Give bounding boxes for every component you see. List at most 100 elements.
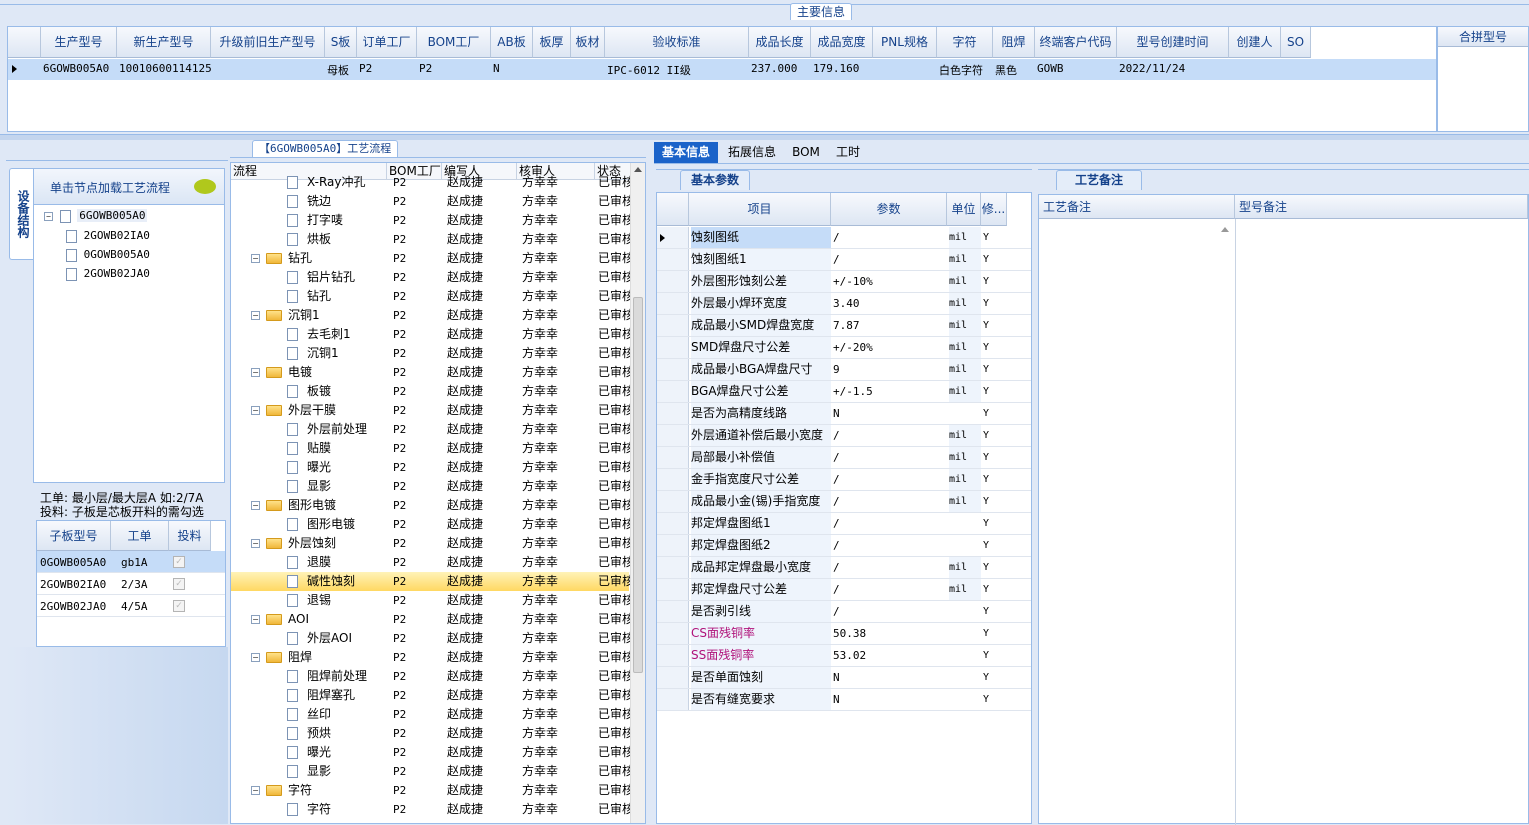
param-value[interactable]: +/-10% bbox=[833, 271, 947, 292]
param-value[interactable]: 50.38 bbox=[833, 623, 947, 644]
param-value[interactable]: 9 bbox=[833, 359, 947, 380]
column-header[interactable]: 修... bbox=[981, 193, 1007, 226]
flow-step-row[interactable]: 退膜 P2 赵成捷 方幸幸 已审核 bbox=[231, 553, 630, 572]
param-row[interactable]: SS面残铜率 53.02 Y bbox=[657, 645, 1031, 667]
flow-step-row[interactable]: 退锡 P2 赵成捷 方幸幸 已审核 bbox=[231, 591, 630, 610]
param-row[interactable]: CS面残铜率 50.38 Y bbox=[657, 623, 1031, 645]
collapse-icon[interactable]: − bbox=[44, 211, 53, 221]
column-header[interactable]: 字符 bbox=[937, 27, 993, 58]
flow-step-row[interactable]: 显影 P2 赵成捷 方幸幸 已审核 bbox=[231, 477, 630, 496]
collapse-icon[interactable]: − bbox=[251, 615, 260, 624]
flow-group-row[interactable]: − 阻焊 P2 赵成捷 方幸幸 已审核 bbox=[231, 648, 630, 667]
param-value[interactable]: / bbox=[833, 227, 947, 248]
param-value[interactable]: N bbox=[833, 689, 947, 710]
scroll-up-icon[interactable] bbox=[1221, 227, 1229, 232]
param-value[interactable]: / bbox=[833, 447, 947, 468]
flow-step-row[interactable]: X-Ray冲孔 P2 赵成捷 方幸幸 已审核 bbox=[231, 173, 630, 192]
flow-step-row[interactable]: 钻孔 P2 赵成捷 方幸幸 已审核 bbox=[231, 287, 630, 306]
table-row[interactable]: 2GOWB02JA0 4/5A ✓ bbox=[37, 595, 225, 617]
flow-group-row[interactable]: − 字符 P2 赵成捷 方幸幸 已审核 bbox=[231, 781, 630, 800]
table-row[interactable]: 6GOWB005A0 10010600114125 母板 P2 P2 N IPC-6012 … bbox=[8, 59, 1436, 80]
tree-node[interactable]: 0GOWB005A0 bbox=[66, 248, 150, 262]
column-header[interactable]: 验收标准 bbox=[605, 27, 749, 58]
checkbox[interactable]: ✓ bbox=[173, 600, 185, 612]
flow-group-row[interactable]: − 电镀 P2 赵成捷 方幸幸 已审核 bbox=[231, 363, 630, 382]
flow-step-row[interactable]: 铝片钻孔 P2 赵成捷 方幸幸 已审核 bbox=[231, 268, 630, 287]
param-value[interactable]: N bbox=[833, 667, 947, 688]
flow-step-row[interactable]: 碱性蚀刻 P2 赵成捷 方幸幸 已审核 bbox=[231, 572, 630, 591]
column-header[interactable]: SO bbox=[1281, 27, 1311, 58]
tab-worktime[interactable]: 工时 bbox=[826, 142, 870, 163]
tab-basic[interactable]: 基本信息 bbox=[654, 142, 718, 163]
column-header[interactable]: 阻焊 bbox=[993, 27, 1035, 58]
param-row[interactable]: 是否单面蚀刻 N Y bbox=[657, 667, 1031, 689]
cell[interactable]: 2022/11/24 bbox=[1119, 62, 1229, 75]
cell[interactable]: 0GOWB005A0 bbox=[40, 556, 110, 569]
param-row[interactable]: 局部最小补偿值 / mil Y bbox=[657, 447, 1031, 469]
flow-step-row[interactable]: 烘板 P2 赵成捷 方幸幸 已审核 bbox=[231, 230, 630, 249]
basic-params-tab[interactable]: 基本参数 bbox=[680, 170, 751, 190]
param-value[interactable]: / bbox=[833, 535, 947, 556]
column-header[interactable]: PNL规格 bbox=[873, 27, 937, 58]
tab-bom[interactable]: BOM bbox=[786, 142, 826, 163]
process-remark-tab[interactable]: 工艺备注 bbox=[1056, 170, 1143, 190]
tab-extended[interactable]: 拓展信息 bbox=[718, 142, 786, 163]
cell[interactable]: P2 bbox=[419, 62, 491, 75]
flow-step-row[interactable]: 打字唛 P2 赵成捷 方幸幸 已审核 bbox=[231, 211, 630, 230]
column-header[interactable]: S板 bbox=[325, 27, 357, 58]
param-value[interactable]: 3.40 bbox=[833, 293, 947, 314]
scroll-thumb[interactable] bbox=[633, 297, 643, 673]
column-header[interactable]: 型号创建时间 bbox=[1117, 27, 1229, 58]
cell[interactable]: 2GOWB02IA0 bbox=[40, 578, 110, 591]
flow-step-row[interactable]: 曝光 P2 赵成捷 方幸幸 已审核 bbox=[231, 458, 630, 477]
flow-step-row[interactable]: 外层AOI P2 赵成捷 方幸幸 已审核 bbox=[231, 629, 630, 648]
flow-scrollbar[interactable] bbox=[630, 163, 645, 823]
collapse-icon[interactable]: − bbox=[251, 406, 260, 415]
param-value[interactable]: / bbox=[833, 601, 947, 622]
param-row[interactable]: 是否有缝宽要求 N Y bbox=[657, 689, 1031, 711]
param-value[interactable]: 53.02 bbox=[833, 645, 947, 666]
param-value[interactable]: +/-20% bbox=[833, 337, 947, 358]
column-header[interactable]: 升级前旧生产型号 bbox=[211, 27, 325, 58]
collapse-icon[interactable]: − bbox=[251, 501, 260, 510]
param-row[interactable]: 外层图形蚀刻公差 +/-10% mil Y bbox=[657, 271, 1031, 293]
vertical-tab-device[interactable]: 设备结构 bbox=[9, 168, 33, 260]
param-value[interactable]: +/-1.5 bbox=[833, 381, 947, 402]
cell[interactable]: 黑色 bbox=[995, 62, 1035, 78]
param-value[interactable]: / bbox=[833, 249, 947, 270]
cell[interactable]: 10010600114125 bbox=[119, 62, 211, 75]
flow-group-row[interactable]: − 外层蚀刻 P2 赵成捷 方幸幸 已审核 bbox=[231, 534, 630, 553]
param-value[interactable]: / bbox=[833, 579, 947, 600]
cell[interactable]: 4/5A bbox=[121, 600, 171, 613]
collapse-icon[interactable]: − bbox=[251, 254, 260, 263]
divider-handle[interactable] bbox=[646, 140, 654, 824]
column-header[interactable]: 单位 bbox=[947, 193, 981, 226]
param-row[interactable]: 邦定焊盘图纸2/ Y bbox=[657, 535, 1031, 557]
flow-step-row[interactable]: 图形电镀 P2 赵成捷 方幸幸 已审核 bbox=[231, 515, 630, 534]
column-header[interactable]: 项目 bbox=[689, 193, 831, 226]
cell[interactable]: 237.000 bbox=[751, 62, 811, 75]
cell[interactable]: 6GOWB005A0 bbox=[43, 62, 117, 75]
flow-step-row[interactable]: 预烘 P2 赵成捷 方幸幸 已审核 bbox=[231, 724, 630, 743]
param-value[interactable]: 7.87 bbox=[833, 315, 947, 336]
param-row[interactable]: 邦定焊盘尺寸公差 / mil Y bbox=[657, 579, 1031, 601]
collapse-icon[interactable]: − bbox=[251, 368, 260, 377]
param-row[interactable]: 成品邦定焊盘最小宽度 / mil Y bbox=[657, 557, 1031, 579]
flow-step-row[interactable]: 显影 P2 赵成捷 方幸幸 已审核 bbox=[231, 762, 630, 781]
flow-group-row[interactable]: − AOI P2 赵成捷 方幸幸 已审核 bbox=[231, 610, 630, 629]
column-header[interactable]: 成品宽度 bbox=[811, 27, 873, 58]
column-header[interactable]: 参数 bbox=[831, 193, 947, 226]
cell[interactable]: 2GOWB02JA0 bbox=[40, 600, 110, 613]
param-value[interactable]: / bbox=[833, 491, 947, 512]
param-row[interactable]: 外层通道补偿后最小宽度 / mil Y bbox=[657, 425, 1031, 447]
param-value[interactable]: / bbox=[833, 557, 947, 578]
column-header[interactable]: 新生产型号 bbox=[117, 27, 211, 58]
cell[interactable]: IPC-6012 II级 bbox=[607, 62, 749, 78]
tree-root[interactable]: − 6GOWB005A0 bbox=[44, 209, 148, 223]
cell[interactable]: 母板 bbox=[327, 62, 357, 78]
collapse-icon[interactable]: − bbox=[251, 311, 260, 320]
param-row[interactable]: 蚀刻图纸1/mil Y bbox=[657, 249, 1031, 271]
flow-step-row[interactable]: 阻焊塞孔 P2 赵成捷 方幸幸 已审核 bbox=[231, 686, 630, 705]
column-header[interactable]: BOM工厂 bbox=[417, 27, 491, 58]
param-row[interactable]: 金手指宽度尺寸公差 / mil Y bbox=[657, 469, 1031, 491]
